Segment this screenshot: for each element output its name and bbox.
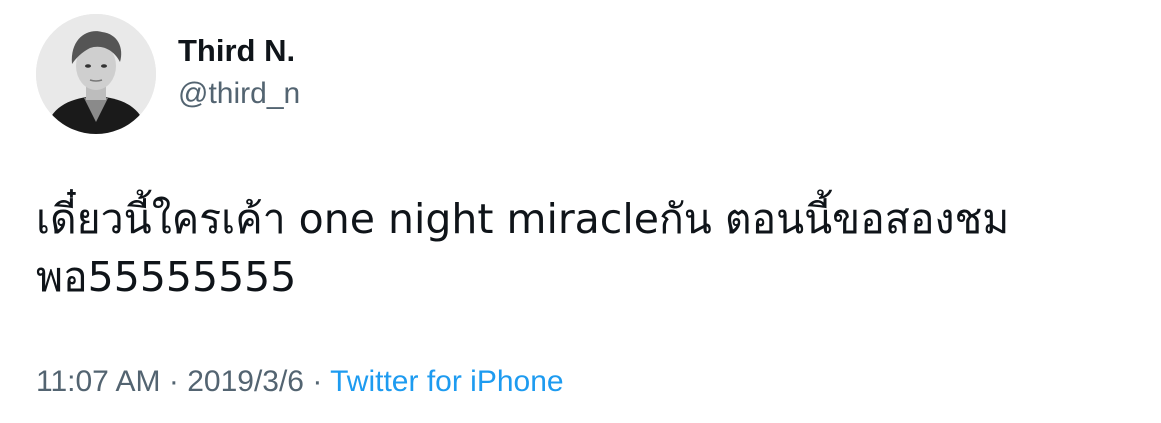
tweet-source-link[interactable]: Twitter for iPhone xyxy=(330,365,563,398)
author-names: Third N. @third_n xyxy=(178,31,300,113)
author-display-name[interactable]: Third N. xyxy=(178,31,300,71)
tweet-text: เดี๋ยวนี้ใครเค้า one night miracleกัน ตอ… xyxy=(36,190,1126,306)
meta-separator: · xyxy=(168,365,179,398)
tweet-meta: 11:07 AM · 2019/3/6 · Twitter for iPhone xyxy=(36,362,564,402)
tweet-card: Third N. @third_n เดี๋ยวนี้ใครเค้า one n… xyxy=(0,0,1161,423)
tweet-date[interactable]: 2019/3/6 xyxy=(187,365,304,398)
tweet-time[interactable]: 11:07 AM xyxy=(36,365,161,398)
tweet-text-line: เดี๋ยวนี้ใครเค้า one night miracleกัน ตอ… xyxy=(36,195,1010,243)
tweet-text-line: พอ55555555 xyxy=(36,253,297,301)
tweet-header: Third N. @third_n xyxy=(36,14,300,134)
avatar-portrait-image xyxy=(36,14,156,134)
meta-separator: · xyxy=(312,365,323,398)
avatar[interactable] xyxy=(36,14,156,134)
author-handle[interactable]: @third_n xyxy=(178,75,300,113)
